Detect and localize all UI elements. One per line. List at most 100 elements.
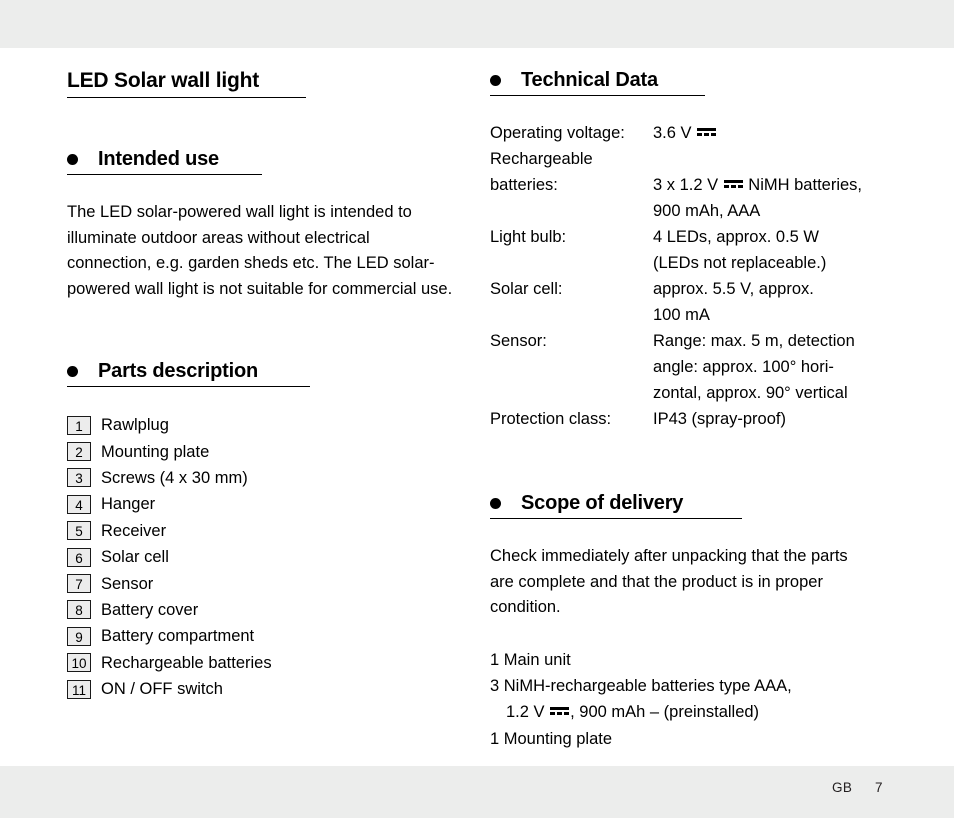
- part-number-badge: 9: [67, 626, 91, 646]
- spec-value-text: NiMH batteries,: [743, 176, 862, 194]
- section-heading-underline: [490, 518, 742, 519]
- page-top-margin-band: [0, 0, 954, 48]
- dc-voltage-icon: [697, 126, 717, 137]
- spec-value: IP43 (spray-proof): [653, 410, 786, 428]
- technical-data-table: Operating voltage: 3.6 V Rechargeable ba…: [490, 120, 862, 432]
- document-title-block: LED Solar wall light: [67, 68, 306, 98]
- part-number-badge: 6: [67, 547, 91, 567]
- list-item: 4 Hanger: [67, 491, 310, 517]
- spec-value: 3 x 1.2 V NiMH batteries, 900 mAh, AAA: [653, 146, 862, 224]
- section-heading-underline: [490, 95, 705, 96]
- spec-key-line: Rechargeable: [490, 150, 593, 168]
- list-item: 1 Mounting plate: [490, 729, 613, 748]
- scope-item-text: 1.2 V: [506, 703, 550, 722]
- dc-voltage-icon: [550, 705, 570, 716]
- scope-item-text: , 900 mAh – (preinstalled): [570, 703, 760, 722]
- section-parts-description: Parts description 1 Rawlplug 2 Mounting …: [67, 359, 310, 702]
- spec-key: Sensor:: [490, 332, 547, 350]
- section-heading-label: Scope of delivery: [521, 492, 684, 514]
- bullet-dot-icon: [67, 153, 78, 165]
- spec-value-line: 900 mAh, AAA: [653, 202, 761, 220]
- part-number-badge: 10: [67, 653, 91, 673]
- part-number-badge: 11: [67, 679, 91, 699]
- spec-value-line: approx. 5.5 V, approx.: [653, 280, 814, 298]
- part-label: Rechargeable batteries: [101, 653, 272, 672]
- spec-key: Solar cell:: [490, 280, 563, 298]
- section-heading-underline: [67, 386, 310, 387]
- section-heading-label: Parts description: [98, 360, 258, 382]
- spec-key: Operating voltage:: [490, 124, 625, 142]
- part-label: Sensor: [101, 574, 154, 593]
- spec-key: Light bulb:: [490, 228, 567, 246]
- section-heading-technical-data: Technical Data: [490, 68, 862, 92]
- spec-value: approx. 5.5 V, approx. 100 mA: [653, 276, 862, 328]
- section-heading-label: Intended use: [98, 148, 219, 170]
- intended-use-paragraph: The LED solar-powered wall light is inte…: [67, 203, 453, 298]
- section-technical-data: Technical Data Operating voltage: 3.6 V …: [490, 68, 862, 432]
- page-title: LED Solar wall light: [67, 69, 260, 92]
- section-intended-use: Intended use The LED solar-powered wall …: [67, 147, 457, 302]
- spec-value-line: 3 x 1.2 V NiMH batteries,: [653, 172, 862, 198]
- page-bottom-margin-band: [0, 766, 954, 818]
- part-label: Receiver: [101, 521, 167, 540]
- table-row: Protection class: IP43 (spray-proof): [490, 406, 862, 432]
- list-item: 10 Rechargeable batteries: [67, 650, 310, 676]
- list-item: 9 Battery compartment: [67, 623, 310, 649]
- part-number-badge: 1: [67, 415, 91, 435]
- spec-value-spacer: [653, 146, 862, 172]
- bullet-dot-icon: [490, 497, 501, 509]
- list-item: 2 Mounting plate: [67, 438, 310, 464]
- scope-of-delivery-paragraph: Check immediately after unpacking that t…: [490, 547, 848, 616]
- part-number-badge: 2: [67, 442, 91, 462]
- footer-page-number: 7: [875, 780, 883, 795]
- spec-key-line: batteries:: [490, 176, 558, 194]
- list-item: 1 Main unit: [490, 650, 571, 669]
- table-row: Solar cell: approx. 5.5 V, approx. 100 m…: [490, 276, 862, 328]
- list-item: 3 Screws (4 x 30 mm): [67, 465, 310, 491]
- list-item: 7 Sensor: [67, 570, 310, 596]
- bullet-dot-icon: [490, 74, 501, 86]
- parts-list: 1 Rawlplug 2 Mounting plate 3 Screws (4 …: [67, 412, 310, 702]
- part-label: Battery cover: [101, 600, 199, 619]
- table-row: Sensor: Range: max. 5 m, detection angle…: [490, 328, 862, 406]
- footer-locale-code: GB: [832, 780, 853, 795]
- spec-key: Rechargeable batteries:: [490, 146, 653, 224]
- part-label: Hanger: [101, 495, 156, 514]
- part-number-badge: 7: [67, 574, 91, 594]
- part-label: Battery compartment: [101, 627, 255, 646]
- part-number-badge: 5: [67, 521, 91, 541]
- part-label: Solar cell: [101, 548, 169, 567]
- scope-of-delivery-list: 1 Main unit 3 NiMH-rechargeable batterie…: [490, 647, 865, 753]
- spec-value: 4 LEDs, approx. 0.5 W (LEDs not replacea…: [653, 224, 862, 276]
- section-scope-of-delivery: Scope of delivery Check immediately afte…: [490, 491, 865, 752]
- spec-value-text: 3.6 V: [653, 124, 697, 142]
- bullet-dot-icon: [67, 365, 78, 377]
- list-item: 3 NiMH-rechargeable batteries type AAA,: [490, 676, 792, 695]
- list-item: 6 Solar cell: [67, 544, 310, 570]
- part-label: Screws (4 x 30 mm): [101, 468, 248, 487]
- part-number-badge: 4: [67, 494, 91, 514]
- spec-value-line: zontal, approx. 90° vertical: [653, 384, 848, 402]
- spec-value-line: angle: approx. 100° hori-: [653, 358, 834, 376]
- section-heading-parts-description: Parts description: [67, 359, 310, 383]
- part-label: Mounting plate: [101, 442, 210, 461]
- part-number-badge: 3: [67, 468, 91, 488]
- spec-value-line: 4 LEDs, approx. 0.5 W: [653, 228, 819, 246]
- list-item: 1.2 V , 900 mAh – (preinstalled): [490, 699, 865, 725]
- list-item: 8 Battery cover: [67, 597, 310, 623]
- page-title-underline: [67, 97, 306, 98]
- dc-voltage-icon: [723, 178, 743, 189]
- part-label: ON / OFF switch: [101, 680, 223, 699]
- section-heading-label: Technical Data: [521, 69, 658, 91]
- page-content-area: LED Solar wall light Intended use The LE…: [0, 48, 954, 766]
- list-item: 1 Rawlplug: [67, 412, 310, 438]
- spec-value-line: 100 mA: [653, 306, 710, 324]
- table-row: Rechargeable batteries: 3 x 1.2 V NiMH b…: [490, 146, 862, 224]
- spec-value-line: Range: max. 5 m, detection: [653, 332, 855, 350]
- list-item: 5 Receiver: [67, 518, 310, 544]
- spec-value: 3.6 V: [653, 120, 862, 146]
- spec-value-line: (LEDs not replaceable.): [653, 254, 827, 272]
- list-item: 11 ON / OFF switch: [67, 676, 310, 702]
- section-heading-scope-of-delivery: Scope of delivery: [490, 491, 865, 515]
- table-row: Operating voltage: 3.6 V: [490, 120, 862, 146]
